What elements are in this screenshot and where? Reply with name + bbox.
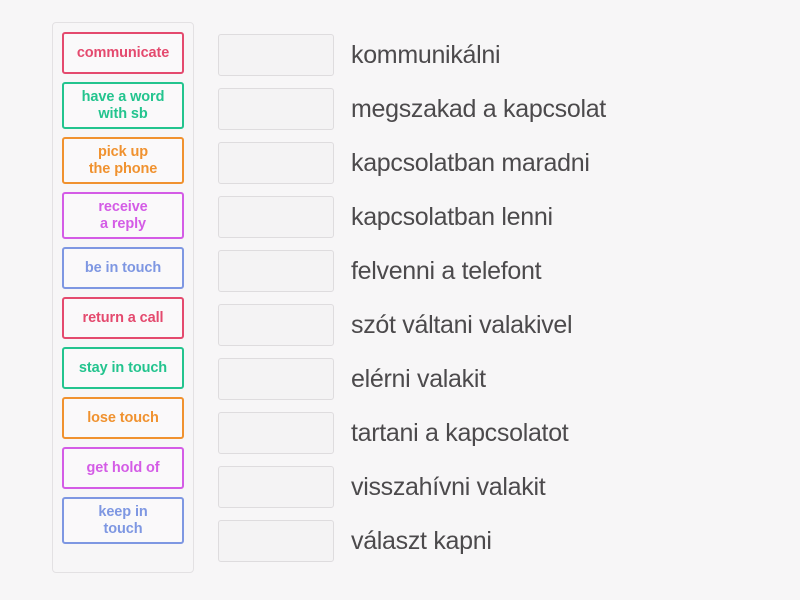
answer-label: szót váltani valakivel (351, 310, 573, 339)
answer-label: megszakad a kapcsolat (351, 94, 606, 123)
answer-label: elérni valakit (351, 364, 486, 393)
tile-pick-up-the-phone[interactable]: pick up the phone (62, 137, 184, 184)
dropzone-slot[interactable] (218, 358, 334, 400)
dropzone-slot[interactable] (218, 142, 334, 184)
matching-exercise: communicate have a word with sb pick up the … (0, 0, 800, 600)
tile-lose-touch[interactable]: lose touch (62, 397, 184, 439)
answer-row: kapcsolatban maradni (218, 142, 778, 184)
dropzone-slot[interactable] (218, 196, 334, 238)
answer-row: felvenni a telefont (218, 250, 778, 292)
answer-label: kapcsolatban lenni (351, 202, 553, 231)
answer-row: megszakad a kapcsolat (218, 88, 778, 130)
dropzone-slot[interactable] (218, 250, 334, 292)
answer-label: felvenni a telefont (351, 256, 542, 285)
dropzone-slot[interactable] (218, 304, 334, 346)
answer-row: visszahívni valakit (218, 466, 778, 508)
tile-have-a-word-with-sb[interactable]: have a word with sb (62, 82, 184, 129)
dropzone-slot[interactable] (218, 412, 334, 454)
answer-label: visszahívni valakit (351, 472, 546, 501)
tile-communicate[interactable]: communicate (62, 32, 184, 74)
answer-label: kommunikálni (351, 40, 501, 69)
tile-return-a-call[interactable]: return a call (62, 297, 184, 339)
draggable-tiles-panel: communicate have a word with sb pick up the … (52, 22, 194, 573)
dropzone-slot[interactable] (218, 88, 334, 130)
dropzone-slot[interactable] (218, 34, 334, 76)
tile-receive-a-reply[interactable]: receive a reply (62, 192, 184, 239)
answer-row: szót váltani valakivel (218, 304, 778, 346)
answer-row: kommunikálni (218, 34, 778, 76)
tile-get-hold-of[interactable]: get hold of (62, 447, 184, 489)
answer-label: kapcsolatban maradni (351, 148, 590, 177)
answer-label: tartani a kapcsolatot (351, 418, 569, 447)
answer-rows-list: kommunikálni megszakad a kapcsolat kapcsol… (218, 34, 778, 562)
tile-be-in-touch[interactable]: be in touch (62, 247, 184, 289)
tile-stay-in-touch[interactable]: stay in touch (62, 347, 184, 389)
answer-row: választ kapni (218, 520, 778, 562)
answer-label: választ kapni (351, 526, 492, 555)
dropzone-slot[interactable] (218, 466, 334, 508)
answer-row: kapcsolatban lenni (218, 196, 778, 238)
answer-row: elérni valakit (218, 358, 778, 400)
tile-keep-in-touch[interactable]: keep in touch (62, 497, 184, 544)
answer-row: tartani a kapcsolatot (218, 412, 778, 454)
dropzone-slot[interactable] (218, 520, 334, 562)
